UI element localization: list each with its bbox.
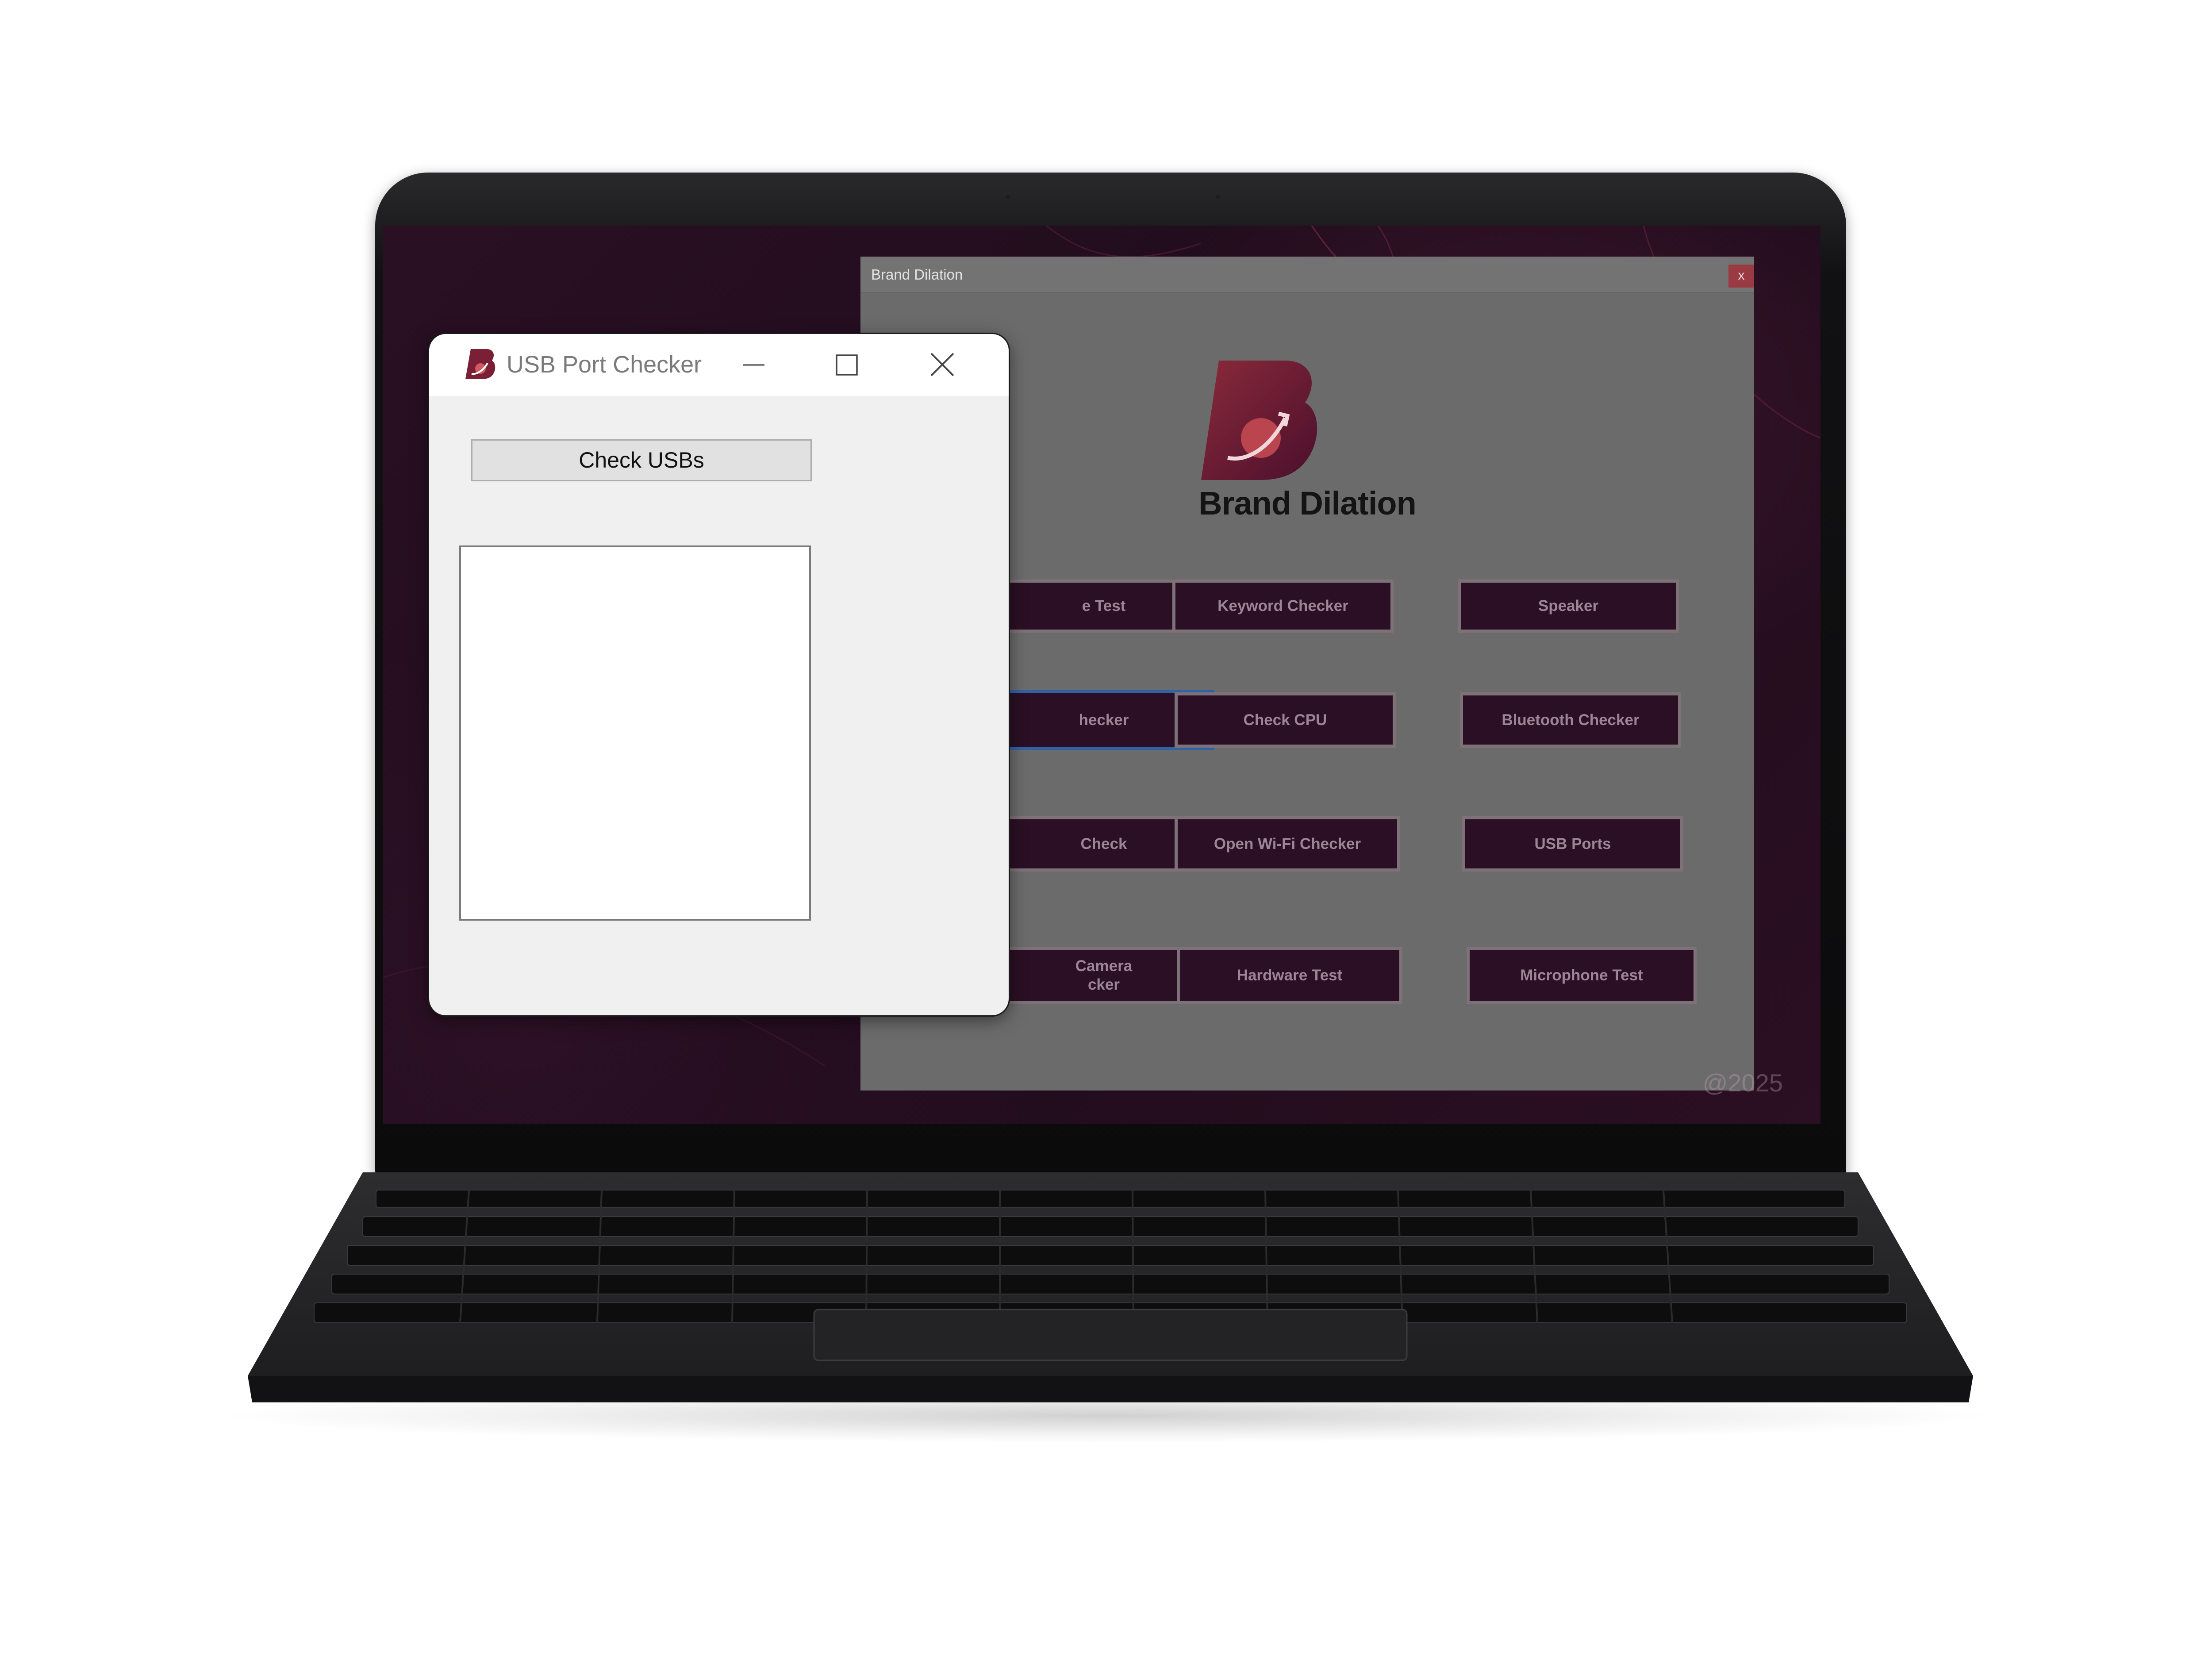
maximize-button[interactable] [823, 347, 872, 383]
tile-button-label: Hardware Test [1237, 967, 1343, 984]
open-wifi-checker-button[interactable]: Open Wi-Fi Checker [1175, 816, 1400, 872]
camera-dot [1216, 195, 1220, 199]
close-button[interactable] [918, 347, 967, 383]
usb-results-list[interactable] [459, 545, 811, 921]
bluetooth-checker-button[interactable]: Bluetooth Checker [1460, 692, 1681, 748]
keyword-checker-button[interactable]: Keyword Checker [1172, 580, 1394, 633]
tile-button-label: Keyword Checker [1217, 597, 1348, 614]
brand-dilation-title: Brand Dilation [871, 266, 963, 283]
tile-button-label: Microphone Test [1520, 967, 1643, 984]
tile-button-label: Camera cker [1075, 957, 1133, 993]
tile-button-label: Speaker [1538, 597, 1599, 614]
usb-window-title: USB Port Checker [507, 351, 702, 378]
close-button[interactable]: x [1728, 265, 1754, 288]
tile-button-label: Open Wi-Fi Checker [1214, 835, 1361, 853]
brand-b-logo-icon [465, 349, 495, 379]
speaker-button[interactable]: Speaker [1458, 580, 1679, 633]
tile-button-label: hecker [1079, 711, 1129, 729]
microphone-test-button[interactable]: Microphone Test [1467, 947, 1697, 1004]
usb-ports-button[interactable]: USB Ports [1462, 816, 1683, 872]
keyboard-cover [248, 1172, 1973, 1402]
tile-button-label: Check [1080, 835, 1127, 853]
hardware-test-button[interactable]: Hardware Test [1177, 947, 1402, 1004]
sensor-dot [1006, 195, 1010, 199]
brand-dilation-titlebar: Brand Dilation x [860, 257, 1754, 293]
brand-logo-icon [1201, 361, 1317, 480]
touchpad [813, 1309, 1408, 1361]
usb-window-titlebar: USB Port Checker [429, 334, 1009, 396]
tile-button-label: e Test [1082, 597, 1126, 614]
close-icon [930, 353, 954, 376]
tile-button-label: Bluetooth Checker [1502, 711, 1640, 729]
check-cpu-button[interactable]: Check CPU [1175, 692, 1396, 748]
close-icon: x [1738, 268, 1745, 283]
minimize-button[interactable] [730, 347, 779, 383]
watermark-text: @2025 [1702, 1069, 1783, 1097]
usb-port-checker-window: USB Port Checker Check USBs [429, 334, 1009, 1015]
tile-button-label: USB Ports [1534, 835, 1611, 853]
maximize-icon [836, 354, 858, 376]
minimize-icon [743, 364, 764, 366]
check-usbs-button[interactable]: Check USBs [471, 439, 812, 481]
tile-button-label: Check CPU [1243, 711, 1327, 729]
